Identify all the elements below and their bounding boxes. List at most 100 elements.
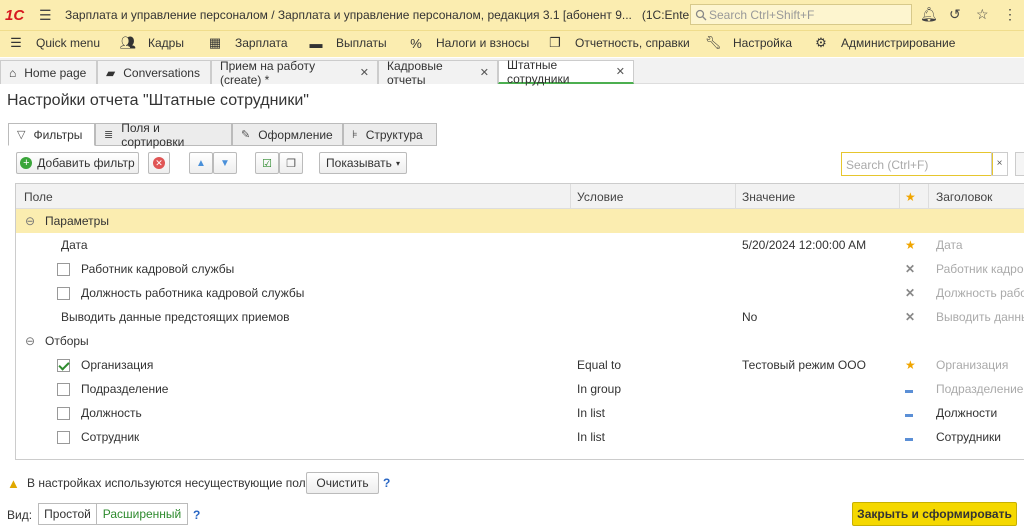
menu-nalogi[interactable]: % Налоги и взносы (408, 36, 529, 51)
move-down-button[interactable]: ▼ (213, 152, 237, 174)
clear-label: Очистить (316, 476, 369, 490)
table-row[interactable]: Должность In list Должности (16, 401, 1024, 425)
condition-cell[interactable]: Equal to (577, 358, 621, 372)
uncheck-all-button[interactable]: ❐ (279, 152, 303, 174)
global-search-input[interactable]: Search Ctrl+Shift+F (690, 4, 912, 25)
menu-quick[interactable]: ☰ Quick menu (8, 35, 100, 50)
table-row[interactable]: Дата 5/20/2024 12:00:00 AM ★ Дата (16, 233, 1024, 257)
tab-conversations[interactable]: ▰ Conversations (97, 60, 211, 84)
group-row-params[interactable]: ⊖ Параметры (16, 209, 1024, 233)
row-checkbox[interactable] (57, 359, 70, 372)
close-icon[interactable]: ✕ (360, 66, 369, 79)
tab-kadrovye-otchety[interactable]: Кадровые отчеты ✕ (378, 59, 498, 87)
bell-icon[interactable]: 🔔︎ (920, 6, 938, 23)
condition-cell[interactable]: In list (577, 430, 605, 444)
value-cell[interactable]: 5/20/2024 12:00:00 AM (742, 238, 866, 252)
help-icon[interactable]: ? (193, 508, 200, 522)
help-icon[interactable]: ? (383, 476, 390, 490)
header-field[interactable]: Поле (24, 190, 53, 204)
tab-priem[interactable]: Прием на работу (create) * ✕ (211, 59, 378, 87)
section-menu: ☰ Quick menu 👥︎ Кадры ▦ Зарплата ▬ Выплаты %… (0, 30, 1024, 57)
close-icon[interactable]: ✕ (616, 65, 625, 78)
close-icon[interactable]: ✕ (480, 66, 489, 79)
filters-toolbar: + Добавить фильтр ✕ ▲ ▼ ☑ ❐ Показывать ▾ S… (0, 152, 1024, 178)
move-up-button[interactable]: ▲ (189, 152, 213, 174)
filter-search-input[interactable]: Search (Ctrl+F) (841, 152, 993, 176)
value-cell[interactable]: No (742, 310, 757, 324)
view-simple-label: Простой (44, 507, 91, 521)
row-checkbox[interactable] (57, 383, 70, 396)
filter-icon: ▽ (17, 129, 26, 141)
menu-kadry[interactable]: 👥︎ Кадры (119, 35, 184, 50)
cross-icon[interactable]: ✕ (905, 286, 915, 300)
star-icon[interactable]: ☆ (976, 6, 989, 23)
warning-icon: ▲ (7, 476, 20, 491)
cross-icon[interactable]: ✕ (905, 262, 915, 276)
filters-grid[interactable]: Поле Условие Значение ★ Заголовок ⊖ Пара… (15, 183, 1024, 460)
tab-shtatnye-label: Штатные сотрудники (507, 57, 570, 86)
menu-administrirovanie-label: Администрирование (841, 36, 956, 50)
search-options-button[interactable] (1015, 152, 1024, 176)
menu-nastroika[interactable]: 🔧︎ Настройка (704, 35, 793, 50)
tab-fields[interactable]: ≣ Поля и сортировки (95, 121, 232, 149)
star-icon[interactable]: ★ (905, 358, 916, 372)
header-caption[interactable]: Заголовок (936, 190, 992, 204)
tab-home[interactable]: ⌂ Home page (0, 60, 97, 84)
table-row[interactable]: Подразделение In group Подразделение (16, 377, 1024, 401)
menu-zarplata[interactable]: ▦ Зарплата (207, 35, 288, 50)
table-row[interactable]: Сотрудник In list Сотрудники (16, 425, 1024, 449)
condition-cell[interactable]: In group (577, 382, 621, 396)
cross-icon[interactable]: ✕ (905, 310, 915, 324)
collapse-icon[interactable]: ⊖ (25, 334, 35, 348)
table-row[interactable]: Должность работника кадровой службы ✕ До… (16, 281, 1024, 305)
delete-button[interactable]: ✕ (148, 152, 170, 174)
condition-cell[interactable]: In list (577, 406, 605, 420)
tab-home-label: Home page (24, 65, 87, 80)
menu-vyplaty[interactable]: ▬ Выплаты (308, 36, 387, 51)
caption-cell: Сотрудники (936, 430, 1001, 444)
main-menu-icon[interactable]: ☰ (39, 7, 53, 24)
value-cell[interactable]: Тестовый режим ООО (742, 358, 866, 372)
history-icon[interactable]: ↺ (949, 6, 961, 23)
row-checkbox[interactable] (57, 287, 70, 300)
more-icon[interactable]: ⋮ (1003, 6, 1017, 23)
menu-nastroika-label: Настройка (733, 36, 793, 50)
tab-structure[interactable]: ⊧ Структура (343, 123, 437, 146)
table-row[interactable]: Работник кадровой службы ✕ Работник кадр… (16, 257, 1024, 281)
wrench-icon: 🔧︎ (704, 35, 722, 50)
page-title: Настройки отчета "Штатные сотрудники" (7, 92, 309, 109)
filter-search-placeholder: Search (Ctrl+F) (846, 158, 929, 172)
clear-search-button[interactable]: × (991, 152, 1008, 176)
header-condition[interactable]: Условие (577, 190, 623, 204)
close-and-generate-button[interactable]: Закрыть и сформировать (852, 502, 1017, 526)
people-icon: 👥︎ (119, 35, 137, 50)
view-simple-button[interactable]: Простой (38, 503, 97, 525)
tab-shtatnye[interactable]: Штатные сотрудники ✕ (498, 57, 634, 86)
table-row[interactable]: Выводить данные предстоящих приемов No ✕… (16, 305, 1024, 329)
check-all-button[interactable]: ☑ (255, 152, 279, 174)
chat-icon: ▰ (106, 65, 116, 80)
tab-design[interactable]: ✎ Оформление (232, 123, 343, 146)
dash-icon[interactable] (905, 406, 913, 420)
check-all-icon: ☑ (262, 157, 272, 170)
clear-button[interactable]: Очистить (306, 472, 379, 494)
group-row-filters[interactable]: ⊖ Отборы (16, 329, 1024, 353)
dash-icon[interactable] (905, 430, 913, 444)
add-filter-button[interactable]: + Добавить фильтр (16, 152, 139, 174)
header-value[interactable]: Значение (742, 190, 795, 204)
star-icon[interactable]: ★ (905, 238, 916, 252)
tab-filters[interactable]: ▽ Фильтры (8, 123, 95, 146)
menu-otchetnost[interactable]: ❐ Отчетность, справки (547, 35, 690, 50)
menu-administrirovanie[interactable]: ⚙ Администрирование (813, 35, 956, 50)
collapse-icon[interactable]: ⊖ (25, 214, 35, 228)
view-extended-button[interactable]: Расширенный (96, 503, 188, 525)
row-checkbox[interactable] (57, 263, 70, 276)
app-logo[interactable]: 1C (5, 7, 33, 24)
table-row[interactable]: Организация Equal to Тестовый режим ООО … (16, 353, 1024, 377)
close-and-generate-label: Закрыть и сформировать (857, 507, 1012, 521)
row-checkbox[interactable] (57, 431, 70, 444)
row-checkbox[interactable] (57, 407, 70, 420)
menu-vyplaty-label: Выплаты (336, 36, 387, 50)
dash-icon[interactable] (905, 382, 913, 396)
show-dropdown[interactable]: Показывать ▾ (319, 152, 407, 174)
